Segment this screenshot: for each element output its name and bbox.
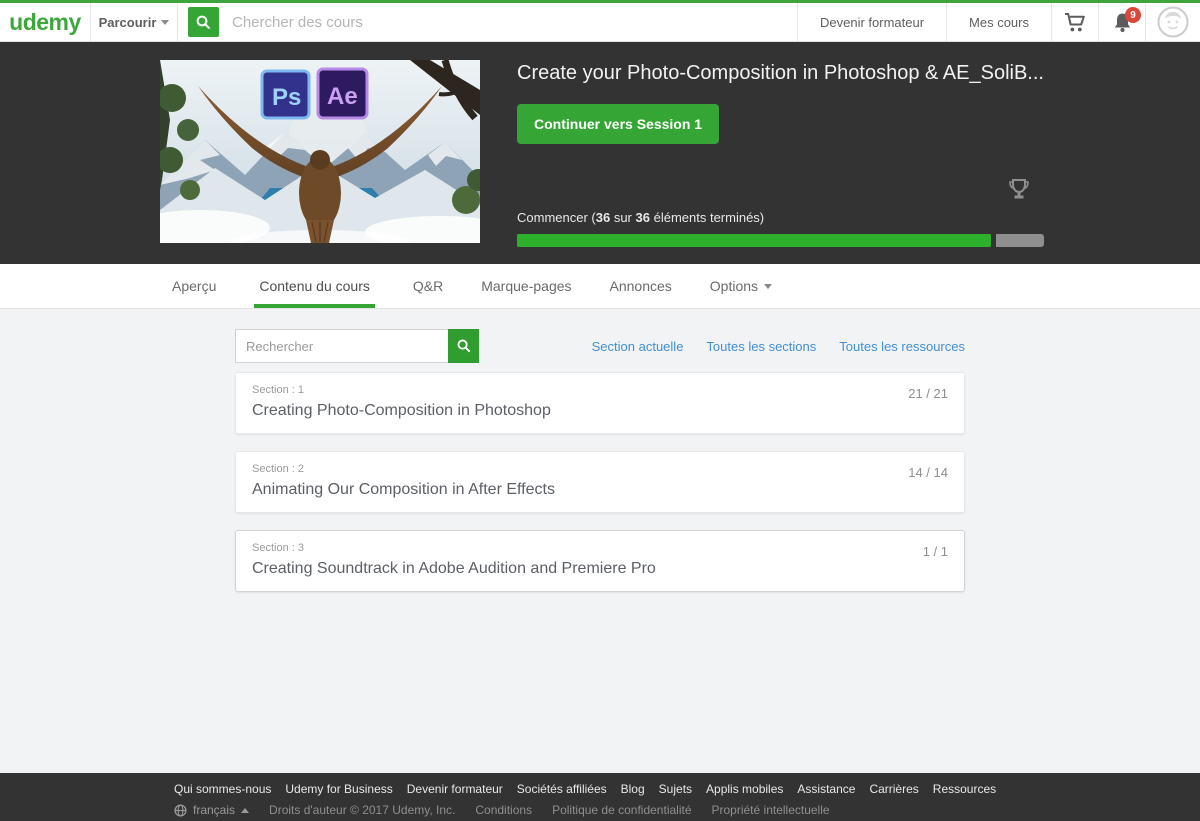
user-menu-button[interactable] xyxy=(1146,3,1200,41)
section-number: Section : 2 xyxy=(252,463,948,475)
search-input[interactable] xyxy=(232,14,797,31)
course-tabs: Aperçu Contenu du cours Q&R Marque-pages… xyxy=(0,264,1200,309)
footer-legal-row: français Droits d'auteur © 2017 Udemy, I… xyxy=(174,803,1040,817)
course-thumbnail: Ps Ae xyxy=(160,60,480,243)
tab-label: Q&R xyxy=(413,278,443,294)
continue-session-button[interactable]: Continuer vers Session 1 xyxy=(517,104,719,144)
progress-bar-track xyxy=(517,234,991,247)
svg-text:Ae: Ae xyxy=(327,83,358,110)
course-hero-banner: Ps Ae Create your Photo-Composition in P… xyxy=(0,42,1200,264)
notification-badge: 9 xyxy=(1125,7,1141,23)
section-title: Creating Photo-Composition in Photoshop xyxy=(252,402,948,420)
tab-options[interactable]: Options xyxy=(710,264,772,308)
top-navigation: udemy Parcourir Devenir formateur Mes co… xyxy=(0,0,1200,42)
filter-all-resources[interactable]: Toutes les ressources xyxy=(839,339,965,354)
footer-link-blog[interactable]: Blog xyxy=(621,782,645,796)
footer-link-affiliates[interactable]: Sociétés affiliées xyxy=(517,782,607,796)
content-search xyxy=(235,329,479,363)
search-button[interactable] xyxy=(188,7,219,37)
section-card-2[interactable]: Section : 2 Animating Our Composition in… xyxy=(235,451,965,513)
avatar xyxy=(1157,6,1189,38)
tab-label: Aperçu xyxy=(172,278,216,294)
content-search-button[interactable] xyxy=(448,329,479,363)
chevron-down-icon xyxy=(764,284,772,289)
progress-text: Commencer ( xyxy=(517,210,596,225)
notifications-button[interactable]: 9 xyxy=(1099,3,1145,41)
footer-link-ip[interactable]: Propriété intellectuelle xyxy=(712,803,830,817)
tab-marque-pages[interactable]: Marque-pages xyxy=(481,264,571,308)
progress-done-count: 36 xyxy=(596,210,610,225)
chevron-up-icon xyxy=(241,808,249,813)
section-title: Animating Our Composition in After Effec… xyxy=(252,481,948,499)
tab-label: Annonces xyxy=(610,278,672,294)
progress-text: sur xyxy=(610,210,635,225)
footer-link-topics[interactable]: Sujets xyxy=(659,782,692,796)
section-list: Section : 1 Creating Photo-Composition i… xyxy=(235,372,965,592)
tab-apercu[interactable]: Aperçu xyxy=(172,264,216,308)
course-content-panel: Section actuelle Toutes les sections Tou… xyxy=(0,309,1200,773)
tab-label: Options xyxy=(710,278,758,294)
progress-bar xyxy=(517,234,1044,247)
search-icon xyxy=(457,339,471,353)
filter-current-section[interactable]: Section actuelle xyxy=(592,339,684,354)
trophy-icon xyxy=(1008,178,1030,205)
footer-link-resources[interactable]: Ressources xyxy=(933,782,996,796)
footer-link-instructor[interactable]: Devenir formateur xyxy=(407,782,503,796)
after-effects-app-icon: Ae xyxy=(318,69,367,118)
tab-contenu-du-cours[interactable]: Contenu du cours xyxy=(254,264,375,308)
footer: Qui sommes-nous Udemy for Business Deven… xyxy=(0,773,1200,821)
progress-bar-fill xyxy=(517,234,991,247)
cart-button[interactable] xyxy=(1052,3,1098,41)
svg-text:Ps: Ps xyxy=(272,84,301,111)
udemy-course-page: udemy Parcourir Devenir formateur Mes co… xyxy=(0,0,1200,821)
section-progress-count: 21 / 21 xyxy=(908,386,948,401)
language-label: français xyxy=(193,803,235,817)
section-card-1[interactable]: Section : 1 Creating Photo-Composition i… xyxy=(235,372,965,434)
chevron-down-icon xyxy=(161,20,169,25)
content-search-input[interactable] xyxy=(235,329,448,363)
progress-total-count: 36 xyxy=(636,210,650,225)
become-instructor-link[interactable]: Devenir formateur xyxy=(798,3,946,41)
tab-label: Contenu du cours xyxy=(259,278,370,294)
photoshop-app-icon: Ps xyxy=(262,71,309,118)
course-thumbnail-art: Ps Ae xyxy=(160,60,480,243)
section-number: Section : 1 xyxy=(252,384,948,396)
copyright-text: Droits d'auteur © 2017 Udemy, Inc. xyxy=(269,803,455,817)
my-courses-link[interactable]: Mes cours xyxy=(947,3,1051,41)
footer-links: Qui sommes-nous Udemy for Business Deven… xyxy=(174,773,1040,796)
section-card-3[interactable]: Section : 3 Creating Soundtrack in Adobe… xyxy=(235,530,965,592)
tab-label: Marque-pages xyxy=(481,278,571,294)
browse-label: Parcourir xyxy=(99,15,157,30)
filter-all-sections[interactable]: Toutes les sections xyxy=(706,339,816,354)
footer-link-privacy[interactable]: Politique de confidentialité xyxy=(552,803,691,817)
course-title: Create your Photo-Composition in Photosh… xyxy=(517,62,1044,85)
footer-link-business[interactable]: Udemy for Business xyxy=(285,782,392,796)
section-title: Creating Soundtrack in Adobe Audition an… xyxy=(252,560,948,578)
globe-icon xyxy=(174,804,187,817)
footer-link-mobile-apps[interactable]: Applis mobiles xyxy=(706,782,783,796)
footer-link-about[interactable]: Qui sommes-nous xyxy=(174,782,271,796)
language-selector[interactable]: français xyxy=(174,803,249,817)
footer-link-support[interactable]: Assistance xyxy=(797,782,855,796)
progress-text: éléments terminés) xyxy=(650,210,764,225)
footer-link-terms[interactable]: Conditions xyxy=(475,803,532,817)
section-progress-count: 14 / 14 xyxy=(908,465,948,480)
tab-annonces[interactable]: Annonces xyxy=(610,264,672,308)
certificate-segment xyxy=(996,234,1044,247)
browse-dropdown[interactable]: Parcourir xyxy=(91,3,177,41)
tab-qr[interactable]: Q&R xyxy=(413,264,443,308)
course-progress: Commencer (36 sur 36 éléments terminés) xyxy=(517,210,1044,247)
search-icon xyxy=(196,15,211,30)
section-number: Section : 3 xyxy=(252,542,948,554)
section-progress-count: 1 / 1 xyxy=(923,544,948,559)
content-filter-row: Section actuelle Toutes les sections Tou… xyxy=(235,329,965,363)
progress-label: Commencer (36 sur 36 éléments terminés) xyxy=(517,210,1044,225)
footer-link-careers[interactable]: Carrières xyxy=(869,782,918,796)
course-search-bar xyxy=(178,3,797,41)
filter-links: Section actuelle Toutes les sections Tou… xyxy=(592,339,965,354)
cart-icon xyxy=(1064,12,1087,33)
udemy-logo[interactable]: udemy xyxy=(0,3,90,41)
